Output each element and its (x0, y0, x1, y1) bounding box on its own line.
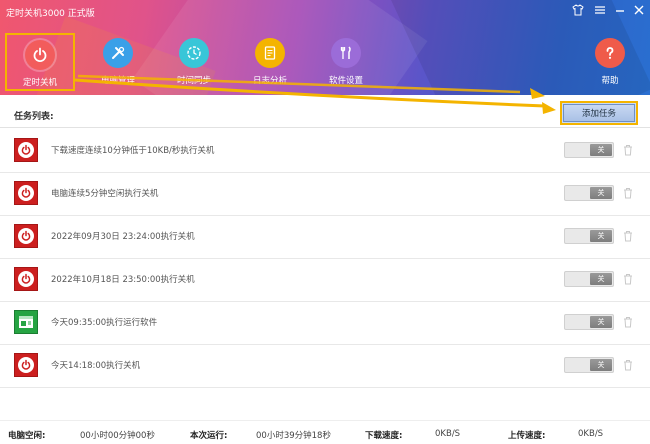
task-description: 今天14:18:00执行关机 (51, 361, 141, 371)
idle-value: 00小时00分钟00秒 (80, 431, 155, 441)
add-task-button[interactable]: 添加任务 (560, 101, 638, 125)
power-icon (25, 40, 55, 70)
task-description: 2022年09月30日 23:24:00执行关机 (51, 232, 195, 242)
software-task-icon (14, 310, 38, 334)
task-list-title: 任务列表: (14, 112, 54, 122)
power-task-icon (14, 181, 38, 205)
task-row[interactable]: 2022年09月30日 23:24:00执行关机 关 (0, 216, 650, 259)
question-icon (595, 38, 625, 68)
upload-value: 0KB/S (578, 429, 604, 439)
nav-label-settings: 软件设置 (328, 76, 363, 86)
wrench-spoon-icon (331, 38, 361, 68)
shirt-icon[interactable] (570, 4, 586, 20)
nav-item-settings[interactable]: 软件设置 (314, 38, 378, 92)
idle-label: 电脑空闲: (8, 431, 46, 441)
trash-icon[interactable] (623, 359, 633, 371)
task-toggle[interactable]: 关 (564, 228, 614, 244)
trash-icon[interactable] (623, 230, 633, 242)
run-value: 00小时39分钟18秒 (256, 431, 331, 441)
trash-icon[interactable] (623, 187, 633, 199)
task-description: 今天09:35:00执行运行软件 (51, 318, 158, 328)
nav-label-log: 日志分析 (252, 76, 287, 86)
power-task-icon (14, 224, 38, 248)
task-row[interactable]: 2022年10月18日 23:50:00执行关机 关 (0, 259, 650, 302)
run-label: 本次运行: (190, 431, 228, 441)
window-title: 定时关机3000 正式版 (6, 9, 95, 19)
menu-icon[interactable] (592, 4, 608, 20)
close-icon[interactable] (631, 4, 647, 20)
log-doc-icon (255, 38, 285, 68)
nav-item-help[interactable]: 帮助 (578, 38, 642, 92)
nav-label-pc-manage: 电脑管理 (100, 76, 135, 86)
task-description: 电脑连续5分钟空闲执行关机 (51, 189, 159, 199)
task-row[interactable]: 下载速度连续10分钟低于10KB/秒执行关机 关 (0, 130, 650, 173)
power-task-icon (14, 138, 38, 162)
tools-icon (103, 38, 133, 68)
task-description: 下载速度连续10分钟低于10KB/秒执行关机 (51, 146, 215, 156)
nav-label-help: 帮助 (601, 76, 619, 86)
task-row[interactable]: 今天09:35:00执行运行软件 关 (0, 302, 650, 345)
nav-item-pc-manage[interactable]: 电脑管理 (86, 38, 150, 92)
task-toggle[interactable]: 关 (564, 357, 614, 373)
nav-item-time-sync[interactable]: 时间同步 (162, 38, 226, 92)
clock-sync-icon (179, 38, 209, 68)
status-bar: 电脑空闲: 00小时00分钟00秒 本次运行: 00小时39分钟18秒 下载速度… (0, 420, 650, 444)
task-row[interactable]: 电脑连续5分钟空闲执行关机 关 (0, 173, 650, 216)
nav-item-shutdown[interactable]: 定时关机 (5, 33, 75, 91)
nav-label-shutdown: 定时关机 (22, 78, 57, 88)
power-task-icon (14, 353, 38, 377)
nav-item-log[interactable]: 日志分析 (238, 38, 302, 92)
trash-icon[interactable] (623, 144, 633, 156)
trash-icon[interactable] (623, 316, 633, 328)
divider (0, 127, 650, 128)
minimize-icon[interactable] (612, 4, 628, 20)
nav-label-time-sync: 时间同步 (176, 76, 211, 86)
download-label: 下载速度: (365, 431, 403, 441)
app-header: 定时关机3000 正式版 定时关机 电脑管理 时间同步 日志分析 软件设置 帮助 (0, 0, 650, 95)
upload-label: 上传速度: (508, 431, 546, 441)
task-toggle[interactable]: 关 (564, 142, 614, 158)
trash-icon[interactable] (623, 273, 633, 285)
task-description: 2022年10月18日 23:50:00执行关机 (51, 275, 195, 285)
task-toggle[interactable]: 关 (564, 185, 614, 201)
task-toggle[interactable]: 关 (564, 314, 614, 330)
add-task-label: 添加任务 (581, 109, 616, 119)
task-toggle[interactable]: 关 (564, 271, 614, 287)
task-row[interactable]: 今天14:18:00执行关机 关 (0, 345, 650, 388)
power-task-icon (14, 267, 38, 291)
download-value: 0KB/S (435, 429, 461, 439)
